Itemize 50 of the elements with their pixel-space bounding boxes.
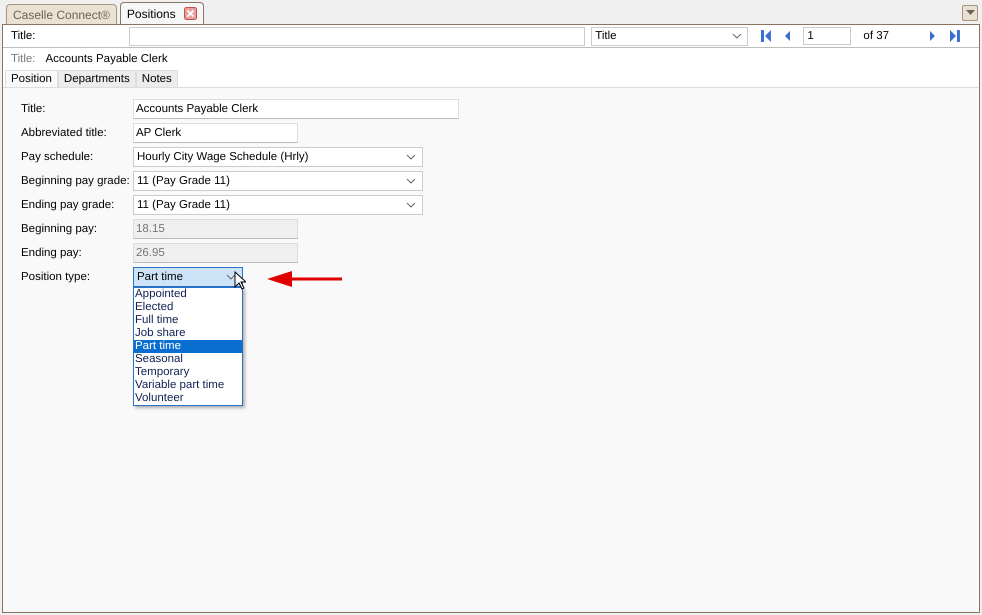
dropdown-option[interactable]: Elected (134, 301, 242, 314)
field-label: Pay schedule: (21, 151, 94, 163)
field-label: Abbreviated title: (21, 127, 108, 139)
chevron-icon (406, 202, 416, 208)
tab-menu-button[interactable] (962, 5, 978, 21)
document-tab[interactable]: Positions (120, 2, 204, 24)
select-field[interactable]: Part time (133, 267, 243, 287)
field-label: Beginning pay: (21, 223, 98, 235)
title-search-field[interactable] (129, 26, 586, 46)
dropdown-option[interactable]: Variable part time (134, 379, 242, 392)
field-label: Position type: (21, 271, 92, 283)
field-label: Ending pay: (21, 247, 83, 259)
read-only-field[interactable]: 18.15 (133, 219, 298, 239)
select-field[interactable]: 11 (Pay Grade 11) (133, 171, 423, 191)
dropdown-option[interactable]: Part time (134, 340, 242, 353)
select-field[interactable]: 11 (Pay Grade 11) (133, 195, 423, 215)
chevron-icon (226, 274, 236, 280)
text-field[interactable]: AP Clerk (133, 123, 298, 143)
chevron-icon (406, 178, 416, 184)
tab[interactable]: Notes (136, 70, 178, 87)
chevron-icon (732, 33, 742, 39)
dropdown-option[interactable]: Volunteer (134, 392, 242, 405)
sort-field-select[interactable]: Title (591, 26, 748, 46)
page-total: of 37 (863, 30, 890, 42)
dropdown-option[interactable]: Appointed (134, 288, 242, 301)
dropdown-option[interactable]: Job share (134, 327, 242, 340)
tab[interactable]: Position (5, 70, 58, 87)
close-icon[interactable] (184, 7, 197, 20)
field-label: Title: (11, 30, 36, 42)
dropdown-option[interactable]: Seasonal (134, 353, 242, 366)
first-page-icon[interactable] (760, 29, 772, 43)
next-page-icon[interactable] (929, 29, 938, 43)
field-label: Beginning pay grade: (21, 175, 131, 187)
text-field[interactable]: Accounts Payable Clerk (133, 99, 459, 119)
document-tab[interactable]: Caselle Connect® (6, 4, 117, 24)
tab[interactable]: Departments (58, 70, 136, 87)
arrow-icon (267, 270, 343, 288)
last-page-icon[interactable] (949, 29, 962, 43)
dropdown-option[interactable]: Full time (134, 314, 242, 327)
field-label: Ending pay grade: (21, 199, 116, 211)
dropdown-option[interactable]: Temporary (134, 366, 242, 379)
previous-page-icon[interactable] (783, 29, 792, 43)
page-number-field[interactable]: 1 (803, 27, 852, 45)
read-only-field[interactable]: 26.95 (133, 243, 298, 263)
field-label: Title: (21, 103, 46, 115)
chevron-icon (406, 154, 416, 160)
caret-icon (966, 10, 974, 16)
record-label: Title: (11, 53, 36, 65)
record-title: Accounts Payable Clerk (46, 53, 168, 65)
select-field[interactable]: Hourly City Wage Schedule (Hrly) (133, 147, 423, 167)
